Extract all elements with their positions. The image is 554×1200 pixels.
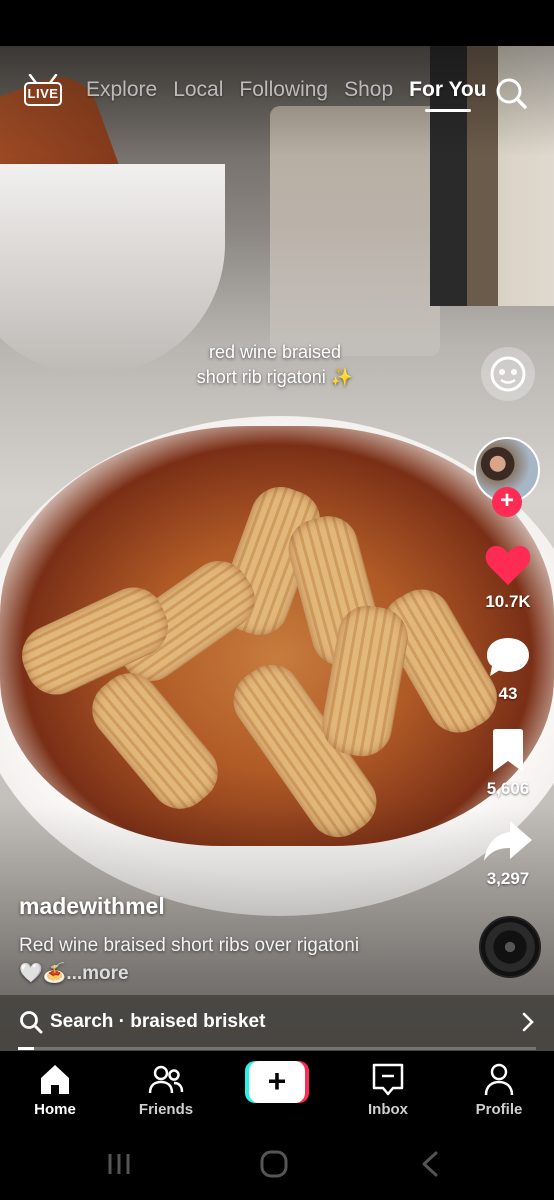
nav-profile[interactable]: Profile	[454, 1061, 544, 1118]
search-suggestion-label: Search · braised brisket	[50, 1011, 266, 1032]
effect-button[interactable]	[481, 347, 535, 401]
top-nav: LIVE Explore Local Following Shop For Yo…	[0, 70, 554, 114]
post-description[interactable]: Red wine braised short ribs over rigaton…	[19, 932, 459, 988]
profile-icon	[484, 1063, 514, 1096]
search-icon[interactable]	[494, 76, 528, 110]
bookmark-icon	[493, 729, 523, 772]
live-button[interactable]: LIVE	[24, 74, 62, 106]
nav-friends[interactable]: Friends	[121, 1061, 211, 1118]
creator-avatar-button[interactable]: +	[474, 437, 540, 517]
video-progress-bar[interactable]	[18, 1047, 536, 1050]
recent-apps-icon[interactable]	[105, 1150, 133, 1178]
description-emojis: 🤍🍝	[19, 963, 67, 984]
share-button[interactable]: 3,297	[476, 818, 540, 889]
author-username[interactable]: madewithmel	[19, 893, 165, 920]
nav-friends-label: Friends	[138, 1101, 194, 1118]
heart-icon	[485, 546, 531, 585]
comment-count: 43	[498, 684, 518, 703]
comment-icon	[487, 638, 529, 676]
effect-icon	[490, 356, 526, 392]
tab-local[interactable]: Local	[173, 78, 223, 102]
create-button[interactable]: +	[245, 1061, 309, 1103]
comment-button[interactable]: 43	[476, 635, 540, 704]
bottom-nav: Home Friends + Inbox Profile	[0, 1051, 554, 1131]
search-suggestion-bar[interactable]: Search · braised brisket	[0, 995, 554, 1051]
like-button[interactable]: 10.7K	[476, 543, 540, 612]
search-icon	[20, 1011, 43, 1034]
tab-shop[interactable]: Shop	[344, 78, 393, 102]
inbox-icon	[372, 1063, 404, 1096]
follow-plus-icon[interactable]: +	[492, 487, 522, 517]
overlay-line-2: short rib rigatoni ✨	[196, 367, 354, 387]
tab-following[interactable]: Following	[239, 78, 328, 102]
like-count: 10.7K	[485, 592, 531, 611]
overlay-line-1: red wine braised	[208, 342, 342, 362]
system-nav-bar	[0, 1131, 554, 1200]
home-icon	[41, 1065, 69, 1094]
video-overlay-text: red wine braised short rib rigatoni ✨	[150, 340, 400, 390]
nav-home[interactable]: Home	[10, 1061, 100, 1118]
nav-inbox[interactable]: Inbox	[343, 1061, 433, 1118]
nav-inbox-label: Inbox	[368, 1101, 408, 1118]
live-label: LIVE	[24, 82, 62, 106]
chevron-right-icon	[522, 1012, 534, 1032]
description-text: Red wine braised short ribs over rigaton…	[19, 935, 360, 956]
home-system-icon[interactable]	[259, 1149, 289, 1179]
tab-for-you[interactable]: For You	[409, 78, 487, 112]
more-link[interactable]: ...more	[66, 963, 128, 984]
save-button[interactable]: 5,606	[476, 728, 540, 799]
back-icon[interactable]	[418, 1150, 442, 1178]
progress-fill	[18, 1047, 34, 1050]
nav-home-label: Home	[34, 1101, 76, 1118]
share-count: 3,297	[486, 869, 530, 888]
plus-icon: +	[249, 1061, 305, 1103]
save-count: 5,606	[486, 779, 530, 798]
share-arrow-icon	[484, 821, 532, 861]
nav-profile-label: Profile	[475, 1101, 523, 1118]
feed-tabs: Explore Local Following Shop For You	[86, 78, 503, 112]
music-disc-icon[interactable]	[479, 916, 541, 978]
friends-icon	[148, 1065, 184, 1094]
tab-explore[interactable]: Explore	[86, 78, 157, 102]
